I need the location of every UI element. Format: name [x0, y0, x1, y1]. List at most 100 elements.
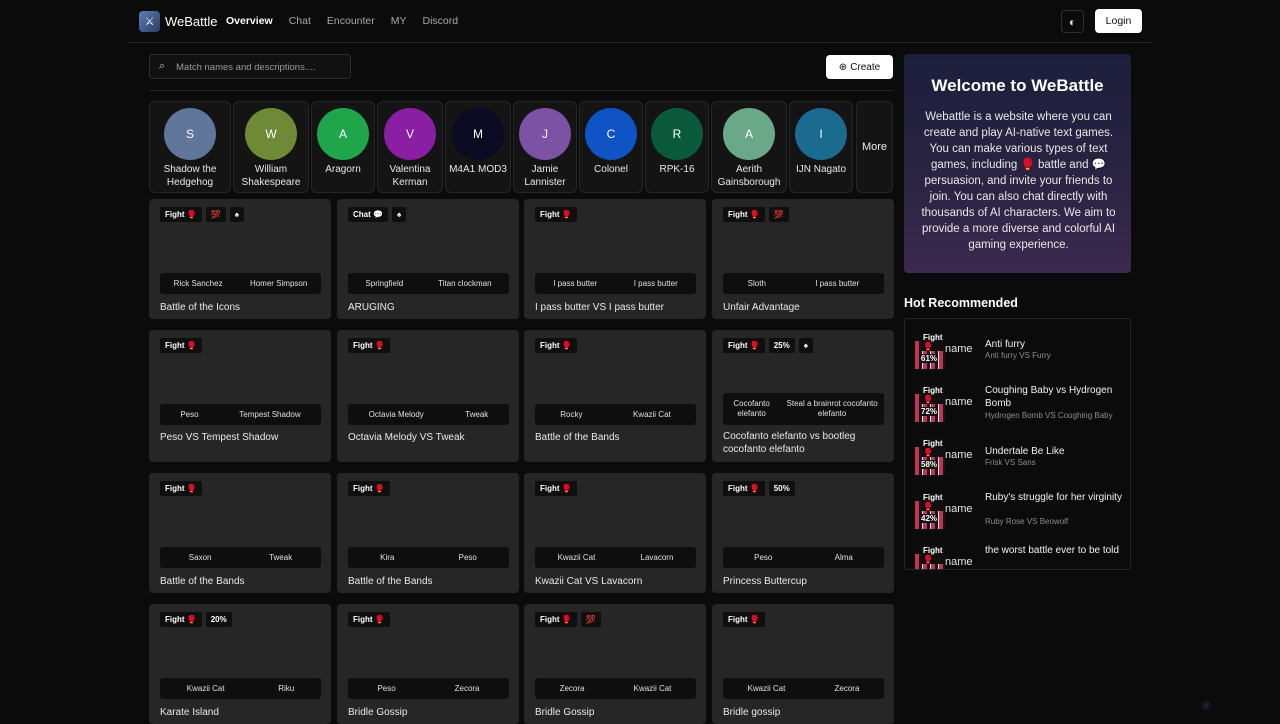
battle-title: Cocofanto elefanto vs bootleg cocofanto … — [723, 431, 856, 455]
search-input[interactable] — [176, 59, 346, 75]
right-character: Riku — [278, 683, 295, 693]
search-box[interactable]: ⌕ — [149, 54, 351, 79]
versus-bar: Rocky Kwazii Cat — [535, 404, 696, 425]
character-card[interactable]: C Colonel — [579, 101, 643, 193]
character-card[interactable]: W William Shakespeare — [233, 101, 309, 193]
character-name: Jamie Lannister — [524, 164, 566, 188]
character-card[interactable]: A Aerith Gainsborough — [711, 101, 787, 193]
create-button[interactable]: ⊕ Create — [826, 55, 893, 79]
battle-card[interactable]: Fight 🥊 25% ♠ Cocofanto elefanto Steal a bra… — [712, 330, 894, 462]
battle-title: Karate Island — [160, 707, 219, 718]
battle-tag: Fight 🥊 — [160, 481, 202, 496]
win-rate-badge: 72% — [920, 407, 939, 416]
hot-item-title[interactable]: Undertale Be Like — [985, 445, 1125, 458]
hot-item-subtitle: Frisk VS Sans — [985, 458, 1036, 467]
battle-card[interactable]: Fight 🥊 Rocky Kwazii Cat Battle of the Band… — [524, 330, 706, 462]
left-character: Kwazii Cat — [747, 683, 786, 693]
hot-item[interactable]: Fight 🥊 42% name Ruby's struggle for her vi… — [915, 491, 1130, 541]
nav-discord[interactable]: Discord — [423, 15, 459, 27]
nav-chat[interactable]: Chat — [289, 15, 311, 27]
hot-item-title[interactable]: Coughing Baby vs Hydrogen Bomb — [985, 384, 1125, 410]
battle-title: Peso VS Tempest Shadow — [160, 432, 279, 443]
battle-thumbnail: Fight 🥊 — [915, 544, 945, 569]
hot-item[interactable]: Fight 🥊 61% name Anti furry Anti furry VS Fu… — [915, 331, 1130, 381]
tag-row: Fight 🥊 — [348, 481, 390, 496]
battle-card[interactable]: Fight 🥊 Octavia Melody Tweak Octavia Melody… — [337, 330, 519, 462]
versus-bar: Peso Zecora — [348, 678, 509, 699]
versus-bar: Kwazii Cat Lavacorn — [535, 547, 696, 568]
battle-title: Bridle Gossip — [535, 707, 595, 718]
versus-bar: Octavia Melody Tweak — [348, 404, 509, 425]
character-card[interactable]: V Valentina Kerman — [377, 101, 443, 193]
battle-tag: 💯 — [580, 612, 601, 627]
battle-tag: Fight 🥊 — [535, 338, 577, 353]
battle-card[interactable]: Fight 🥊 Saxon Tweak Battle of the Bands — [149, 473, 331, 593]
battle-tag: Fight 🥊 — [348, 481, 390, 496]
character-name: William Shakespeare — [241, 164, 301, 188]
win-rate-badge: 61% — [920, 354, 939, 363]
battle-card[interactable]: Fight 🥊 Kira Peso Battle of the Bands — [337, 473, 519, 593]
battle-thumbnail: Fight 🥊 58% — [915, 437, 945, 477]
right-character: Tweak — [465, 409, 489, 419]
battle-tag: 25% — [768, 338, 795, 353]
nav-overview[interactable]: Overview — [226, 15, 273, 27]
battle-card[interactable]: Fight 🥊 💯 ♠ Rick Sanchez Homer Simpson Battle… — [149, 199, 331, 319]
battle-card[interactable]: Fight 🥊 Kwazii Cat Lavacorn Kwazii Cat VS L… — [524, 473, 706, 593]
hot-item[interactable]: Fight 🥊 58% name Undertale Be Like Frisk VS … — [915, 437, 1130, 487]
win-rate-badge: 58% — [920, 460, 939, 469]
battle-card[interactable]: Fight 🥊 Kwazii Cat Zecora Bridle gossip — [712, 604, 894, 724]
battle-title: Battle of the Bands — [535, 432, 620, 443]
left-character: Springfield — [365, 278, 404, 288]
nav-my[interactable]: MY — [391, 15, 407, 27]
left-character: Octavia Melody — [368, 409, 424, 419]
battle-card[interactable]: Fight 🥊 💯 Zecora Kwazii Cat Bridle Gossip — [524, 604, 706, 724]
right-character: Zecora — [834, 683, 860, 693]
hot-item[interactable]: Fight 🥊 72% name Coughing Baby vs Hydrogen … — [915, 384, 1130, 434]
login-button[interactable]: Login — [1095, 9, 1142, 33]
character-card[interactable]: J Jamie Lannister — [513, 101, 577, 193]
left-character: Kwazii Cat — [186, 683, 225, 693]
battle-card[interactable]: Chat 💬 ♠ Springfield Titan clockman ARUGING — [337, 199, 519, 319]
main-nav: Overview Chat Encounter MY Discord — [226, 15, 458, 27]
character-card[interactable]: S Shadow the Hedgehog — [149, 101, 231, 193]
right-character: I pass butter — [815, 278, 860, 288]
hot-item-title[interactable]: the worst battle ever to be told — [985, 544, 1125, 557]
thumbnail-name-text: name — [945, 343, 973, 355]
battle-card[interactable]: Fight 🥊 50% Peso Alma Princess Buttercup — [712, 473, 894, 593]
brand-name[interactable]: WeBattle — [165, 14, 218, 29]
hot-item-title[interactable]: Ruby's struggle for her virginity — [985, 491, 1125, 504]
character-card[interactable]: A Aragorn — [311, 101, 375, 193]
battle-card[interactable]: Fight 🥊 I pass butter I pass butter I pass … — [524, 199, 706, 319]
character-card[interactable]: R RPK-16 — [645, 101, 709, 193]
character-name: Colonel — [594, 164, 628, 175]
character-name: M4A1 MOD3 — [449, 164, 507, 175]
right-character: Alma — [834, 552, 853, 562]
hot-item-title[interactable]: Anti furry — [985, 338, 1125, 351]
battle-card[interactable]: Fight 🥊 20% Kwazii Cat Riku Karate Island — [149, 604, 331, 724]
avatar: V — [384, 108, 436, 160]
theme-toggle-icon[interactable]: ◐ — [1061, 10, 1084, 33]
character-card[interactable]: M M4A1 MOD3 — [445, 101, 511, 193]
tag-row: Fight 🥊 — [723, 612, 765, 627]
nav-encounter[interactable]: Encounter — [327, 15, 375, 27]
battle-card[interactable]: Fight 🥊 Peso Tempest Shadow Peso VS Tempest… — [149, 330, 331, 462]
tag-row: Fight 🥊 20% — [160, 612, 232, 627]
battle-title: Battle of the Icons — [160, 302, 241, 313]
versus-bar: Sloth I pass butter — [723, 273, 884, 294]
tag-row: Fight 🥊 50% — [723, 481, 795, 496]
webattle-logo-icon[interactable]: ⚔ — [139, 11, 160, 32]
avatar: I — [795, 108, 847, 160]
more-characters-button[interactable]: More — [856, 101, 893, 193]
battle-tag: Fight 🥊 — [348, 338, 390, 353]
character-card[interactable]: I IJN Nagato — [789, 101, 853, 193]
hot-item-subtitle: Anti furry VS Furry — [985, 351, 1051, 360]
left-character: Zecora — [559, 683, 585, 693]
hot-item[interactable]: Fight 🥊 name the worst battle ever to be t… — [915, 544, 1130, 569]
tag-row: Fight 🥊 — [535, 338, 577, 353]
battle-card[interactable]: Fight 🥊 Peso Zecora Bridle Gossip — [337, 604, 519, 724]
battle-card[interactable]: Fight 🥊 💯 Sloth I pass butter Unfair Advanta… — [712, 199, 894, 319]
win-rate-badge: 42% — [920, 514, 939, 523]
welcome-title: Welcome to WeBattle — [931, 76, 1104, 95]
battle-title: Octavia Melody VS Tweak — [348, 432, 465, 443]
battle-tag: Chat 💬 — [348, 207, 388, 222]
